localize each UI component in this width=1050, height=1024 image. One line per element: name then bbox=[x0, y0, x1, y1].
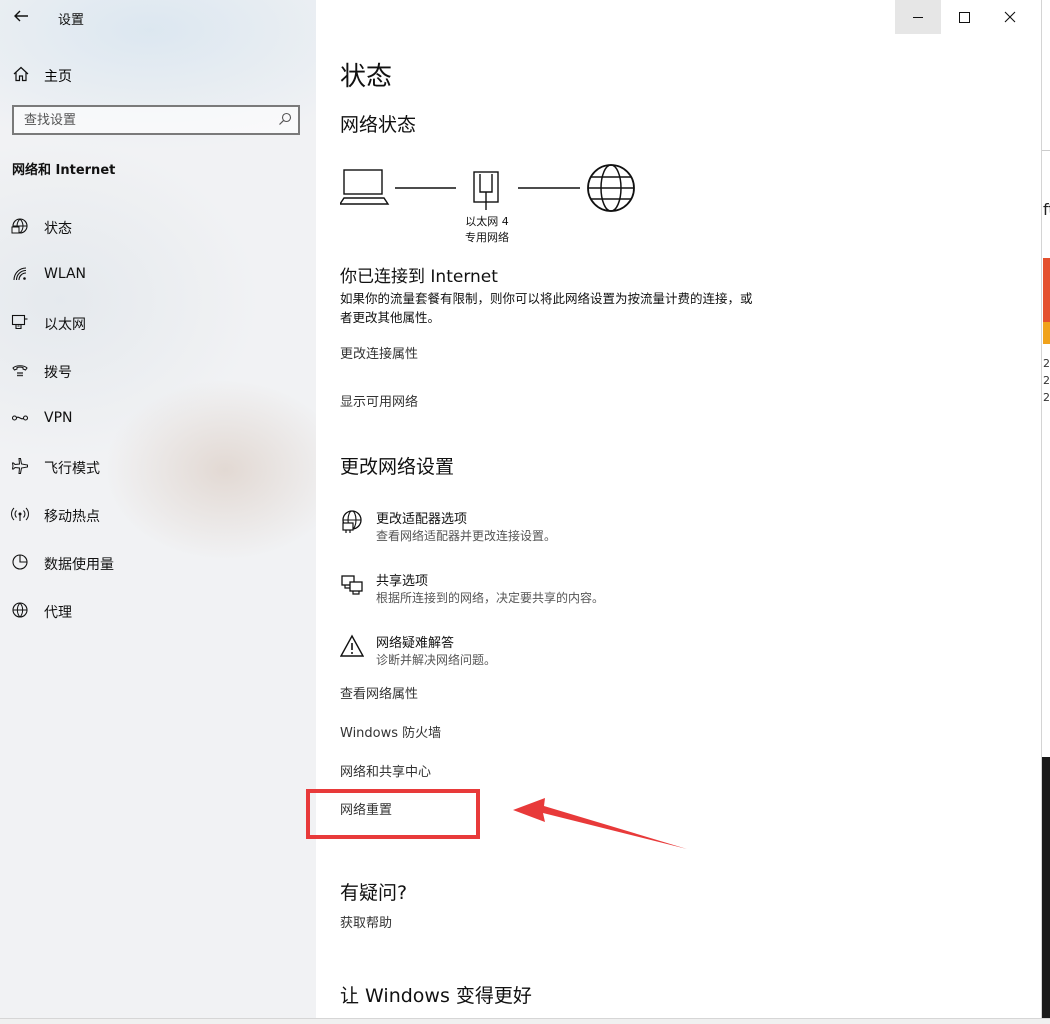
sidebar-item-label: WLAN bbox=[44, 266, 87, 282]
connection-status-title: 你已连接到 Internet bbox=[340, 267, 498, 287]
search-box[interactable] bbox=[12, 105, 300, 135]
status-icon bbox=[11, 218, 28, 234]
network-troubleshooter[interactable]: 网络疑难解答 诊断并解决网络问题。 bbox=[340, 632, 760, 676]
adapter-name: 以太网 4 bbox=[465, 215, 509, 228]
sidebar-item-label: 飞行模式 bbox=[44, 461, 100, 477]
sidebar-item-label: 移动热点 bbox=[44, 509, 100, 525]
airplane-icon bbox=[11, 458, 28, 474]
laptop-icon bbox=[340, 169, 390, 205]
option-desc: 根据所连接到的网络，决定要共享的内容。 bbox=[376, 591, 605, 605]
sidebar-item-dialup[interactable]: 拨号 bbox=[0, 352, 316, 400]
sidebar-item-label: 主页 bbox=[44, 69, 72, 85]
windows-firewall-link[interactable]: Windows 防火墙 bbox=[340, 722, 441, 741]
warning-icon bbox=[340, 634, 364, 657]
connection-status-desc: 如果你的流量套餐有限制，则你可以将此网络设置为按流量计费的连接，或者更改其他属性… bbox=[340, 291, 753, 325]
background-window-edge: ft 2 2 2 bbox=[1041, 0, 1050, 1024]
search-icon[interactable] bbox=[278, 112, 292, 126]
ethernet-icon bbox=[11, 314, 28, 330]
background-numbers: 2 2 2 bbox=[1043, 357, 1050, 404]
sharing-options[interactable]: 共享选项 根据所连接到的网络，决定要共享的内容。 bbox=[340, 570, 760, 614]
change-connection-properties-link[interactable]: 更改连接属性 bbox=[340, 343, 418, 362]
search-input[interactable] bbox=[14, 107, 264, 133]
back-arrow-icon[interactable] bbox=[12, 7, 30, 25]
hotspot-icon bbox=[11, 507, 29, 521]
sidebar-item-home[interactable]: 主页 bbox=[0, 58, 316, 90]
background-chart-slice bbox=[1043, 258, 1050, 328]
sidebar-item-proxy[interactable]: 代理 bbox=[0, 592, 316, 640]
sharing-icon bbox=[341, 575, 363, 595]
page-title: 状态 bbox=[340, 62, 393, 92]
view-network-properties-link[interactable]: 查看网络属性 bbox=[340, 683, 418, 702]
improve-windows-heading: 让 Windows 变得更好 bbox=[340, 985, 532, 1007]
sidebar-item-data-usage[interactable]: 数据使用量 bbox=[0, 544, 316, 592]
sidebar-item-label: 状态 bbox=[44, 221, 72, 237]
ethernet-adapter-icon[interactable] bbox=[473, 171, 499, 210]
questions-heading: 有疑问? bbox=[340, 882, 408, 904]
network-sharing-center-link[interactable]: 网络和共享中心 bbox=[340, 761, 431, 780]
minimize-button[interactable] bbox=[895, 0, 941, 34]
highlight-box bbox=[306, 789, 480, 839]
change-network-settings-heading: 更改网络设置 bbox=[340, 456, 455, 478]
wifi-icon bbox=[13, 267, 27, 281]
maximize-button[interactable] bbox=[941, 0, 987, 34]
home-icon bbox=[13, 66, 29, 82]
adapter-profile: 专用网络 bbox=[465, 231, 509, 244]
close-icon bbox=[1004, 11, 1016, 23]
data-usage-icon bbox=[12, 554, 28, 570]
background-dark-panel bbox=[1042, 757, 1050, 1024]
sidebar-item-label: 拨号 bbox=[44, 365, 72, 381]
get-help-link[interactable]: 获取帮助 bbox=[340, 912, 392, 931]
maximize-icon bbox=[959, 12, 970, 23]
sidebar-nav: 状态 WLAN 以太网 拨号 VPN 飞行模式 移动热点 数据使用量 代理 bbox=[0, 208, 316, 640]
divider bbox=[1042, 150, 1050, 151]
option-title: 更改适配器选项 bbox=[376, 512, 468, 527]
option-title: 网络疑难解答 bbox=[376, 636, 455, 651]
option-desc: 诊断并解决网络问题。 bbox=[376, 653, 497, 667]
sidebar-section-label: 网络和 Internet bbox=[12, 163, 116, 178]
adapter-label: 以太网 4 专用网络 bbox=[452, 214, 522, 246]
sidebar-item-label: VPN bbox=[44, 410, 73, 426]
option-title: 共享选项 bbox=[376, 574, 429, 589]
close-button[interactable] bbox=[987, 0, 1033, 34]
globe-icon bbox=[587, 164, 635, 212]
show-available-networks-link[interactable]: 显示可用网络 bbox=[340, 391, 418, 410]
dialup-icon bbox=[12, 365, 28, 377]
background-text: ft bbox=[1043, 200, 1050, 219]
app-title: 设置 bbox=[58, 13, 85, 28]
window-controls bbox=[895, 0, 1041, 34]
sidebar-item-label: 以太网 bbox=[44, 317, 86, 333]
change-adapter-options[interactable]: 更改适配器选项 查看网络适配器并更改连接设置。 bbox=[340, 508, 760, 552]
main-content: 状态 网络状态 以太网 4 专用网络 你已连接到 Internet 如果你的流量… bbox=[316, 0, 1041, 1018]
option-desc: 查看网络适配器并更改连接设置。 bbox=[376, 529, 557, 543]
sidebar-item-label: 代理 bbox=[44, 605, 72, 621]
adapter-globe-icon bbox=[342, 510, 362, 533]
background-chart-slice bbox=[1043, 322, 1050, 344]
sidebar-item-ethernet[interactable]: 以太网 bbox=[0, 304, 316, 352]
sidebar-item-hotspot[interactable]: 移动热点 bbox=[0, 496, 316, 544]
sidebar-item-airplane[interactable]: 飞行模式 bbox=[0, 448, 316, 496]
bottom-edge bbox=[0, 1018, 1050, 1024]
title-bar: 设置 bbox=[0, 0, 316, 34]
sidebar-item-status[interactable]: 状态 bbox=[0, 208, 316, 256]
sidebar: 设置 主页 网络和 Internet 状态 WLAN bbox=[0, 0, 316, 1018]
sidebar-item-label: 数据使用量 bbox=[44, 557, 114, 573]
vpn-icon bbox=[11, 415, 29, 421]
sidebar-item-vpn[interactable]: VPN bbox=[0, 400, 316, 448]
annotation-arrow-icon bbox=[513, 798, 687, 849]
sidebar-item-wlan[interactable]: WLAN bbox=[0, 256, 316, 304]
proxy-icon bbox=[12, 602, 28, 618]
minimize-icon bbox=[913, 17, 923, 18]
network-status-heading: 网络状态 bbox=[340, 114, 417, 136]
